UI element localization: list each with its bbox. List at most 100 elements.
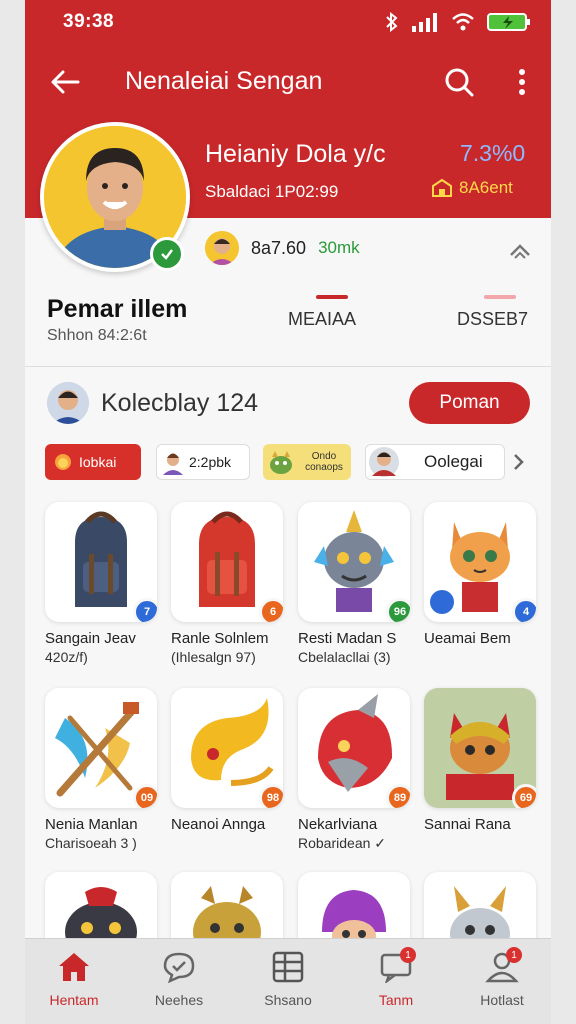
item-subtitle: Charisoeah 3 ) [45, 835, 137, 851]
person-avatar-icon [205, 231, 239, 265]
item-badge: 09 [133, 784, 157, 808]
chat-icon [163, 952, 195, 984]
check-icon [161, 249, 173, 260]
item-image: 69 [424, 688, 536, 808]
item-badge-value: 09 [140, 792, 154, 804]
profile-name: Heianiy Dola y/c [205, 140, 386, 168]
search-button[interactable] [439, 62, 479, 102]
item-subtitle: Cbelalacllai (3) [298, 649, 391, 665]
item-image: 7 [45, 502, 157, 622]
verified-badge [150, 237, 184, 271]
stat-avatar [205, 231, 239, 265]
person-avatar-icon [47, 382, 89, 424]
more-options-button[interactable] [502, 62, 542, 102]
profile-rate: 7.3%0 [460, 140, 526, 166]
item-badge-value: 98 [266, 792, 280, 804]
item-badge-value: 96 [393, 606, 407, 618]
item-badge: 4 [512, 598, 536, 622]
collection-header: Kolecblay 124 Poman [25, 378, 551, 428]
tab-section-subtitle: Shhon 84:2:6t [47, 327, 147, 344]
nav-messages[interactable]: 1 Tanm [351, 947, 441, 1008]
tab-indicator [484, 295, 516, 299]
store-icon [432, 178, 452, 197]
chip-third[interactable]: Ondo conaops [263, 444, 351, 480]
item-badge: 96 [386, 598, 410, 622]
tab-second[interactable]: DSSEB7 [457, 309, 528, 330]
item-badge: 89 [386, 784, 410, 808]
item-image: 98 [171, 688, 283, 808]
chevron-up-double-icon [510, 244, 530, 259]
signal-icon [412, 13, 437, 32]
chip-second-label: 2:2pbk [189, 454, 232, 470]
item-card[interactable]: 09 Nenia Manlan Charisoeah 3 ) [45, 688, 157, 851]
battery-icon [487, 13, 530, 31]
item-badge-value: 69 [519, 792, 533, 804]
grid-icon [272, 951, 304, 983]
nav-grid[interactable]: Shsano [243, 951, 333, 1008]
item-title: Resti Madan S [298, 630, 397, 647]
item-card[interactable]: 98 Neanoi Annga [171, 688, 283, 835]
chevron-right-icon [514, 454, 524, 470]
chip-third-label: Ondo conaops [305, 451, 343, 473]
phone-screen: 39:38 Nenaleiai Sengan Heianiy Dola y/c … [25, 0, 551, 1024]
home-icon [59, 953, 89, 981]
nav-profile[interactable]: 1 Hotlast [457, 947, 547, 1008]
profile-balance[interactable]: 8A6ent [431, 178, 513, 198]
chip-fourth[interactable]: Oolegai [365, 444, 505, 480]
item-card[interactable]: 4 Ueamai Bem [424, 502, 536, 649]
filter-chips: Iobkai 2:2pbk Ondo conaops Oolegai [25, 444, 551, 484]
stat-value: 8a7.60 [251, 237, 307, 258]
item-card[interactable]: 96 Resti Madan S Cbelalacllai (3) [298, 502, 410, 665]
item-image: 09 [45, 688, 157, 808]
item-title: Ueamai Bem [424, 630, 511, 647]
item-title: Sangain Jeav [45, 630, 136, 647]
item-title: Ranle Solnlem [171, 630, 269, 647]
page-title: Nenaleiai Sengan [125, 67, 323, 95]
chip-first[interactable]: Iobkai [45, 444, 141, 480]
collection-avatar [47, 382, 89, 424]
item-badge: 98 [259, 784, 283, 808]
wifi-icon [452, 13, 474, 31]
follow-button[interactable]: Poman [409, 382, 530, 424]
person-avatar-icon [369, 447, 399, 477]
collection-title: Kolecblay 124 [101, 389, 259, 417]
item-card[interactable]: 89 Nekarlviana Robaridean ✓ [298, 688, 410, 852]
item-image: 89 [298, 688, 410, 808]
nav-chat[interactable]: Neehes [134, 951, 224, 1008]
nav-profile-label: Hotlast [480, 992, 524, 1008]
chip-second[interactable]: 2:2pbk [156, 444, 250, 480]
item-title: Nekarlviana [298, 816, 378, 833]
lion-icon [55, 454, 71, 470]
item-subtitle: (Ihlesalgn 97) [171, 649, 256, 665]
search-icon [445, 68, 474, 97]
item-title: Sannai Rana [424, 816, 511, 833]
item-card[interactable]: 6 Ranle Solnlem (Ihlesalgn 97) [171, 502, 283, 665]
item-card[interactable]: 7 Sangain Jeav 420z/f) [45, 502, 157, 665]
item-badge: 7 [133, 598, 157, 622]
tab-bar: Pemar illem Shhon 84:2:6t MEAIAA DSSEB7 [25, 285, 551, 367]
stat-unit: 30mk [318, 238, 360, 257]
status-time: 39:38 [63, 11, 115, 32]
notification-badge: 1 [400, 947, 416, 963]
item-image: 96 [298, 502, 410, 622]
stat-row: 8a7.60 30mk [205, 230, 360, 266]
notification-badge: 1 [506, 947, 522, 963]
tab-section-title: Pemar illem [47, 295, 188, 323]
more-vertical-icon [519, 69, 525, 95]
collapse-button[interactable] [505, 236, 535, 266]
item-subtitle: Robaridean ✓ [298, 835, 387, 851]
bottom-navigation: Hentam Neehes Shsano 1 Tanm 1 Hotlast [25, 938, 551, 1024]
item-badge: 6 [259, 598, 283, 622]
nav-grid-label: Shsano [264, 992, 312, 1008]
item-subtitle: 420z/f) [45, 649, 88, 665]
nav-home[interactable]: Hentam [29, 951, 119, 1008]
chips-next-button[interactable] [507, 442, 531, 482]
tab-first[interactable]: MEAIAA [288, 309, 356, 330]
nav-chat-label: Neehes [154, 992, 204, 1008]
back-button[interactable] [45, 62, 85, 102]
item-card[interactable]: 69 Sannai Rana [424, 688, 536, 835]
profile-id: Sbaldaci 1P02:99 [205, 182, 339, 201]
person-avatar-icon [163, 453, 183, 475]
profile-balance-value: 8A6ent [459, 178, 513, 197]
item-badge-value: 6 [269, 606, 277, 618]
